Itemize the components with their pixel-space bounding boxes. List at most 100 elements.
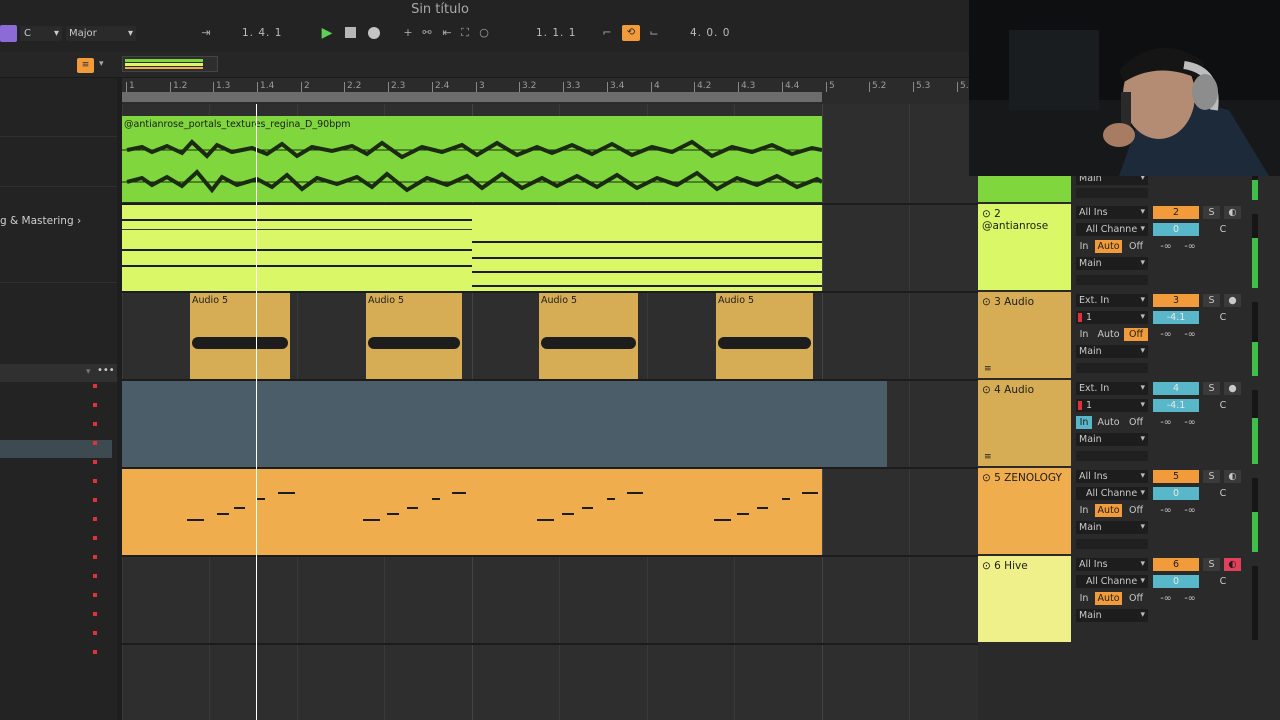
pan-field[interactable]: C — [1203, 311, 1243, 324]
volume-field[interactable]: 0 — [1153, 487, 1199, 500]
monitor-off-button[interactable]: Off — [1124, 328, 1148, 341]
send-a[interactable]: -∞ — [1155, 328, 1177, 341]
clip-list-icon[interactable]: ≡ — [984, 452, 992, 462]
midi-clip-track2[interactable] — [122, 205, 822, 291]
arm-button[interactable]: ◐ — [1224, 206, 1241, 219]
track4-lane[interactable] — [122, 381, 887, 467]
solo-button[interactable]: S — [1203, 470, 1220, 483]
monitor-auto-button[interactable]: Auto — [1095, 504, 1122, 517]
audio-clip[interactable]: Audio 5 — [716, 293, 813, 379]
play-button[interactable]: ▶ — [320, 26, 334, 40]
input-channel-select[interactable]: 1 — [1076, 311, 1148, 324]
fold-icon[interactable]: ⊙ — [982, 472, 991, 484]
arm-button[interactable]: ◐ — [1224, 558, 1241, 571]
send-b[interactable]: -∞ — [1179, 416, 1201, 429]
send-a[interactable]: -∞ — [1155, 416, 1177, 429]
send-b[interactable]: -∞ — [1179, 592, 1201, 605]
midi-clip-zenology[interactable] — [122, 469, 822, 555]
volume-field[interactable]: 0 — [1153, 575, 1199, 588]
pan-field[interactable]: C — [1203, 487, 1243, 500]
clip-list-icon[interactable]: ≡ — [984, 364, 992, 374]
monitor-in-button[interactable]: In — [1076, 416, 1092, 429]
input-type-select[interactable]: Ext. In — [1076, 294, 1148, 307]
monitor-in-button[interactable]: In — [1076, 504, 1092, 517]
solo-button[interactable]: S — [1203, 558, 1220, 571]
monitor-off-button[interactable]: Off — [1124, 504, 1148, 517]
send-a[interactable]: -∞ — [1155, 504, 1177, 517]
monitor-off-button[interactable]: Off — [1124, 240, 1148, 253]
track-header-partial[interactable] — [978, 176, 1071, 202]
punch-out-icon[interactable]: ⌙ — [647, 26, 661, 40]
volume-field[interactable]: 0 — [1153, 223, 1199, 236]
pan-field[interactable]: C — [1203, 399, 1243, 412]
fold-icon[interactable]: ⊙ — [982, 208, 991, 220]
send-b[interactable]: -∞ — [1179, 504, 1201, 517]
playhead[interactable] — [256, 104, 257, 720]
track-header-4[interactable]: ⊙ 4 Audio ≡ — [978, 380, 1071, 466]
punch-in-icon[interactable]: ⌐ — [600, 26, 614, 40]
monitor-off-button[interactable]: Off — [1124, 592, 1148, 605]
loop-circle-icon[interactable]: ○ — [477, 26, 491, 40]
input-channel-select[interactable]: 1 — [1076, 399, 1148, 412]
scale-mode-icon[interactable] — [0, 25, 17, 42]
track-header-3[interactable]: ⊙ 3 Audio ≡ — [978, 292, 1071, 378]
input-channel-select[interactable]: All Channe — [1076, 223, 1148, 236]
solo-button[interactable]: S — [1203, 382, 1220, 395]
record-button[interactable] — [368, 27, 380, 39]
track-header-2[interactable]: ⊙ 2 @antianrose — [978, 204, 1071, 290]
monitor-off-button[interactable]: Off — [1124, 416, 1148, 429]
add-icon[interactable]: + — [401, 26, 415, 40]
monitor-in-button[interactable]: In — [1076, 240, 1092, 253]
overview-strip[interactable] — [122, 56, 218, 72]
send-a[interactable]: -∞ — [1155, 240, 1177, 253]
more-icon[interactable]: ••• — [97, 365, 115, 376]
browser-item[interactable]: g & Mastering › — [0, 215, 110, 227]
output-select[interactable]: Main — [1076, 433, 1148, 446]
output-select[interactable]: Main — [1076, 609, 1148, 622]
volume-field[interactable]: -4.1 — [1153, 399, 1199, 412]
monitor-in-button[interactable]: In — [1076, 592, 1092, 605]
solo-button[interactable]: S — [1203, 294, 1220, 307]
input-channel-select[interactable]: All Channe — [1076, 487, 1148, 500]
loop-toggle-button[interactable]: ⟲ — [622, 25, 640, 41]
input-channel-select[interactable]: All Channe — [1076, 575, 1148, 588]
monitor-auto-button[interactable]: Auto — [1095, 240, 1122, 253]
track-header-6[interactable]: ⊙ 6 Hive — [978, 556, 1071, 642]
send-b[interactable]: -∞ — [1179, 328, 1201, 341]
fold-icon[interactable]: ⊙ — [982, 560, 991, 572]
input-type-select[interactable]: All Ins — [1076, 558, 1148, 571]
pan-field[interactable]: C — [1203, 575, 1243, 588]
volume-field[interactable]: -4.1 — [1153, 311, 1199, 324]
track-number-button[interactable]: 4 — [1153, 382, 1199, 395]
send-b[interactable]: -∞ — [1179, 240, 1201, 253]
arm-button[interactable]: ● — [1224, 294, 1241, 307]
fold-icon[interactable]: ⊙ — [982, 296, 991, 308]
arm-button[interactable]: ● — [1224, 382, 1241, 395]
fold-icon[interactable]: ⊙ — [982, 384, 991, 396]
loop-length[interactable]: 4. 0. 0 — [690, 26, 750, 41]
link-icon[interactable]: ⚯ — [420, 26, 434, 40]
input-type-select[interactable]: Ext. In — [1076, 382, 1148, 395]
loop-start[interactable]: 1. 1. 1 — [536, 26, 596, 41]
output-select[interactable]: Main — [1076, 257, 1148, 270]
arm-button[interactable]: ◐ — [1224, 470, 1241, 483]
input-type-select[interactable]: All Ins — [1076, 470, 1148, 483]
send-a[interactable]: -∞ — [1155, 592, 1177, 605]
audio-clip[interactable]: Audio 5 — [366, 293, 462, 379]
input-type-select[interactable]: All Ins — [1076, 206, 1148, 219]
track-number-button[interactable]: 3 — [1153, 294, 1199, 307]
track-header-5[interactable]: ⊙ 5 ZENOLOGY — [978, 468, 1071, 554]
monitor-auto-button[interactable]: Auto — [1095, 416, 1122, 429]
loop-brace[interactable] — [122, 92, 822, 102]
back-to-arrangement-icon[interactable]: ⇤ — [440, 26, 454, 40]
capture-icon[interactable]: ⛶ — [458, 26, 472, 40]
audio-clip[interactable]: Audio 5 — [190, 293, 290, 379]
audio-clip-antianrose[interactable]: @antianrose_portals_textures_regina_D_90… — [122, 116, 822, 202]
stop-button[interactable] — [345, 27, 356, 38]
audio-clip[interactable]: Audio 5 — [539, 293, 638, 379]
solo-button[interactable]: S — [1203, 206, 1220, 219]
monitor-auto-button[interactable]: Auto — [1095, 328, 1122, 341]
follow-icon[interactable]: ⇥ — [199, 26, 213, 40]
monitor-auto-button[interactable]: Auto — [1095, 592, 1122, 605]
pan-field[interactable]: C — [1203, 223, 1243, 236]
